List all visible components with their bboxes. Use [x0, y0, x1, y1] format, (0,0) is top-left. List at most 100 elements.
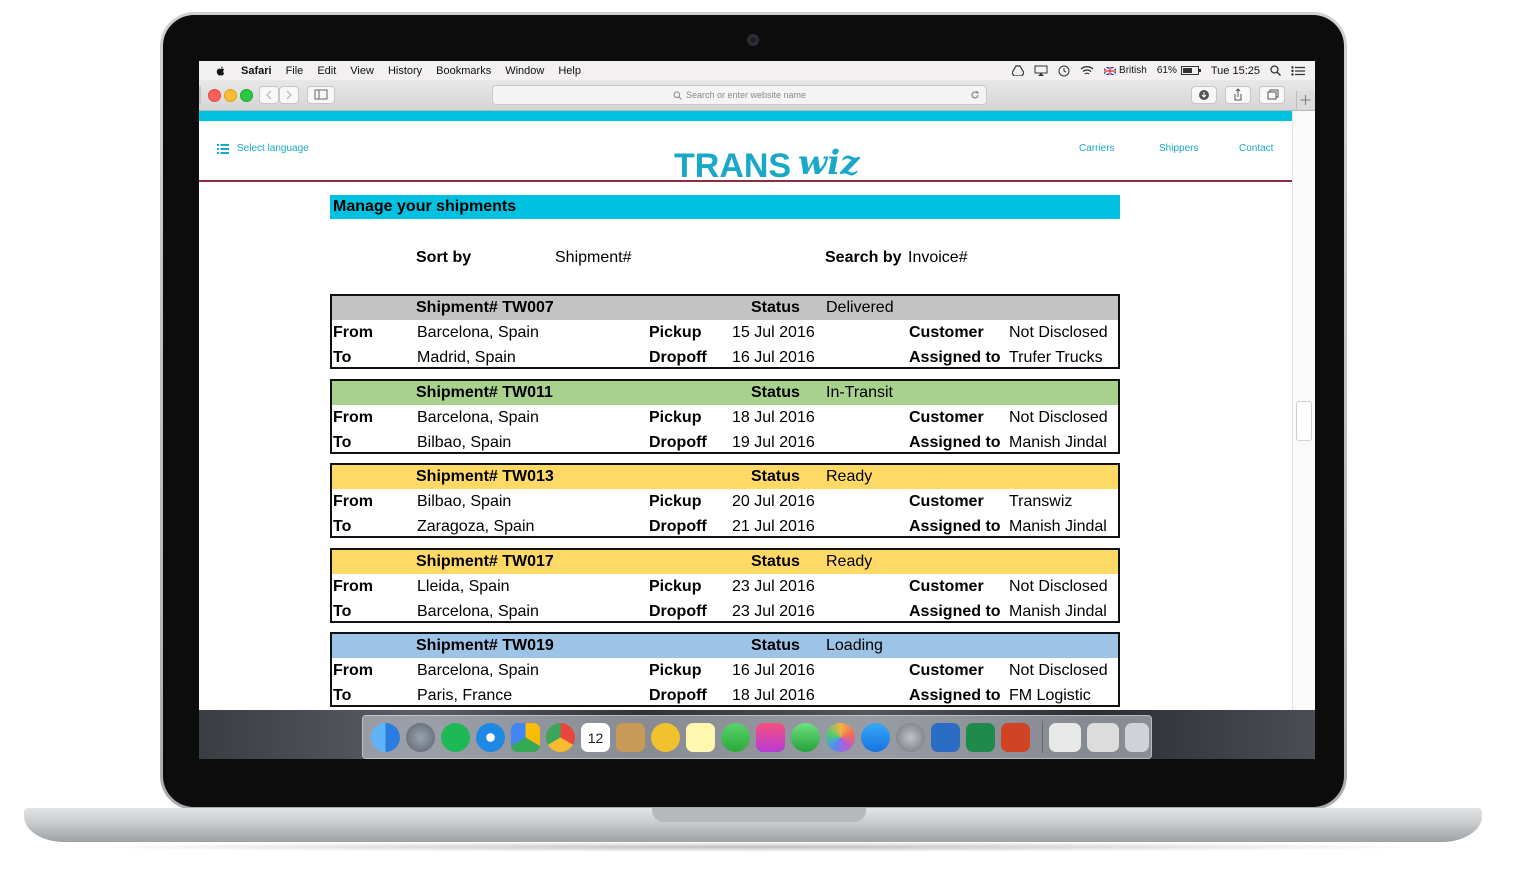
keyboard-flag-icon[interactable]: British [1104, 65, 1147, 76]
customer-name: Not Disclosed [1009, 409, 1108, 426]
assigned-label: Assigned to [909, 603, 1001, 620]
status-label: Status [751, 299, 800, 316]
list-icon [217, 143, 229, 154]
spotlight-icon[interactable] [1270, 65, 1281, 76]
screen: Safari File Edit View History Bookmarks … [199, 61, 1315, 759]
destination-city: Paris, France [417, 687, 513, 704]
status-label: Status [751, 468, 800, 485]
time-machine-icon[interactable] [1058, 65, 1070, 77]
nav-shippers[interactable]: Shippers [1159, 143, 1198, 154]
dropoff-date: 19 Jul 2016 [732, 434, 815, 451]
menu-edit[interactable]: Edit [317, 65, 336, 77]
screenshots-stack-icon[interactable] [1087, 722, 1119, 752]
battery-percent[interactable]: 61% [1157, 65, 1177, 76]
shipment-card[interactable]: Shipment# TW017 Status Ready From Lleida, Sp… [330, 548, 1120, 623]
word-icon[interactable] [931, 722, 960, 752]
destination-city: Zaragoza, Spain [417, 518, 535, 535]
powerpoint-icon[interactable] [1001, 722, 1030, 752]
nav-carriers[interactable]: Carriers [1079, 143, 1115, 154]
assigned-carrier: Trufer Trucks [1009, 349, 1103, 366]
shipment-card[interactable]: Shipment# TW007 Status Delivered From Barcel… [330, 294, 1120, 369]
browser-toolbar: ABP 2 Search or enter website name [199, 80, 1315, 111]
back-button[interactable] [259, 86, 279, 104]
menu-file[interactable]: File [286, 65, 304, 77]
to-label: To [333, 434, 352, 451]
share-button[interactable] [1225, 86, 1251, 104]
zoom-window-button[interactable] [240, 89, 253, 102]
menu-view[interactable]: View [350, 65, 374, 77]
notes-book-icon[interactable] [616, 722, 645, 752]
launchpad-icon[interactable] [406, 722, 435, 752]
app-store-icon[interactable] [861, 722, 890, 752]
excel-icon[interactable] [966, 722, 995, 752]
forward-button[interactable] [279, 86, 299, 104]
select-language-link[interactable]: Select language [217, 143, 309, 154]
shipment-card[interactable]: Shipment# TW011 Status In-Transit From Barce… [330, 379, 1120, 454]
menu-app-name[interactable]: Safari [241, 65, 272, 77]
destination-city: Madrid, Spain [417, 349, 516, 366]
assigned-label: Assigned to [909, 687, 1001, 704]
stickies-icon[interactable] [686, 722, 715, 752]
search-icon [673, 91, 682, 100]
origin-city: Lleida, Spain [417, 578, 510, 595]
minimize-window-button[interactable] [224, 89, 237, 102]
menu-help[interactable]: Help [558, 65, 581, 77]
itunes-icon[interactable] [756, 722, 785, 752]
documents-stack-icon[interactable] [1049, 722, 1081, 752]
spotify-icon[interactable] [441, 722, 470, 752]
to-label: To [333, 518, 352, 535]
new-tab-button[interactable] [1296, 91, 1314, 109]
tabs-overview-button[interactable] [199, 86, 201, 104]
photos-icon[interactable] [826, 722, 855, 752]
panel-title: Manage your shipments [330, 195, 1120, 219]
search-label: Search by [825, 249, 902, 266]
apple-icon[interactable] [215, 65, 227, 77]
close-window-button[interactable] [208, 89, 221, 102]
safari-icon[interactable] [476, 722, 505, 752]
trash-icon[interactable] [1125, 722, 1149, 752]
messages-icon[interactable] [721, 722, 750, 752]
customer-name: Not Disclosed [1009, 324, 1108, 341]
sort-label: Sort by [416, 249, 472, 266]
sort-select[interactable]: Shipment# [555, 249, 632, 267]
pickup-label: Pickup [649, 662, 702, 679]
nav-contact[interactable]: Contact [1239, 143, 1273, 154]
menu-window[interactable]: Window [505, 65, 544, 77]
system-preferences-icon[interactable] [896, 722, 925, 752]
address-bar[interactable]: Search or enter website name [492, 85, 987, 105]
downloads-button[interactable] [1191, 86, 1217, 104]
search-field[interactable]: Invoice# [908, 249, 968, 267]
scrollbar-thumb[interactable] [1296, 401, 1312, 441]
to-label: To [333, 603, 352, 620]
notification-center-icon[interactable] [1291, 65, 1305, 76]
status-label: Status [751, 637, 800, 654]
menu-bookmarks[interactable]: Bookmarks [436, 65, 491, 77]
google-drive-icon[interactable] [511, 722, 540, 752]
chrome-icon[interactable] [546, 722, 575, 752]
web-page: Select language TRANS wiz Carriers Shipp… [199, 111, 1315, 710]
site-top-stripe [199, 111, 1292, 121]
sidebar-toggle-button[interactable] [307, 86, 335, 104]
wifi-icon[interactable] [1080, 65, 1094, 76]
to-label: To [333, 349, 352, 366]
calendar-icon[interactable]: 12 [581, 722, 610, 752]
origin-city: Barcelona, Spain [417, 662, 539, 679]
dropoff-label: Dropoff [649, 603, 707, 620]
pickup-label: Pickup [649, 409, 702, 426]
menu-clock[interactable]: Tue 15:25 [1211, 65, 1260, 77]
laptop-notch [652, 808, 866, 822]
finder-icon[interactable] [371, 722, 400, 752]
shipment-card[interactable]: Shipment# TW013 Status Ready From Bilbao, Sp… [330, 463, 1120, 538]
shipment-card[interactable]: Shipment# TW019 Status Loading From Barcelon… [330, 632, 1120, 707]
drive-icon[interactable] [1012, 65, 1025, 76]
airplay-icon[interactable] [1034, 65, 1048, 76]
menu-history[interactable]: History [388, 65, 422, 77]
transwiz-logo[interactable]: TRANS wiz [674, 138, 874, 184]
page-scrollbar[interactable] [1292, 111, 1315, 710]
battery-icon[interactable] [1180, 66, 1201, 75]
show-all-tabs-button[interactable] [1259, 86, 1285, 104]
facetime-icon[interactable] [791, 722, 820, 752]
reload-icon[interactable] [970, 90, 980, 100]
shipment-id: Shipment# TW011 [416, 384, 553, 401]
outlook-icon[interactable] [651, 722, 680, 752]
